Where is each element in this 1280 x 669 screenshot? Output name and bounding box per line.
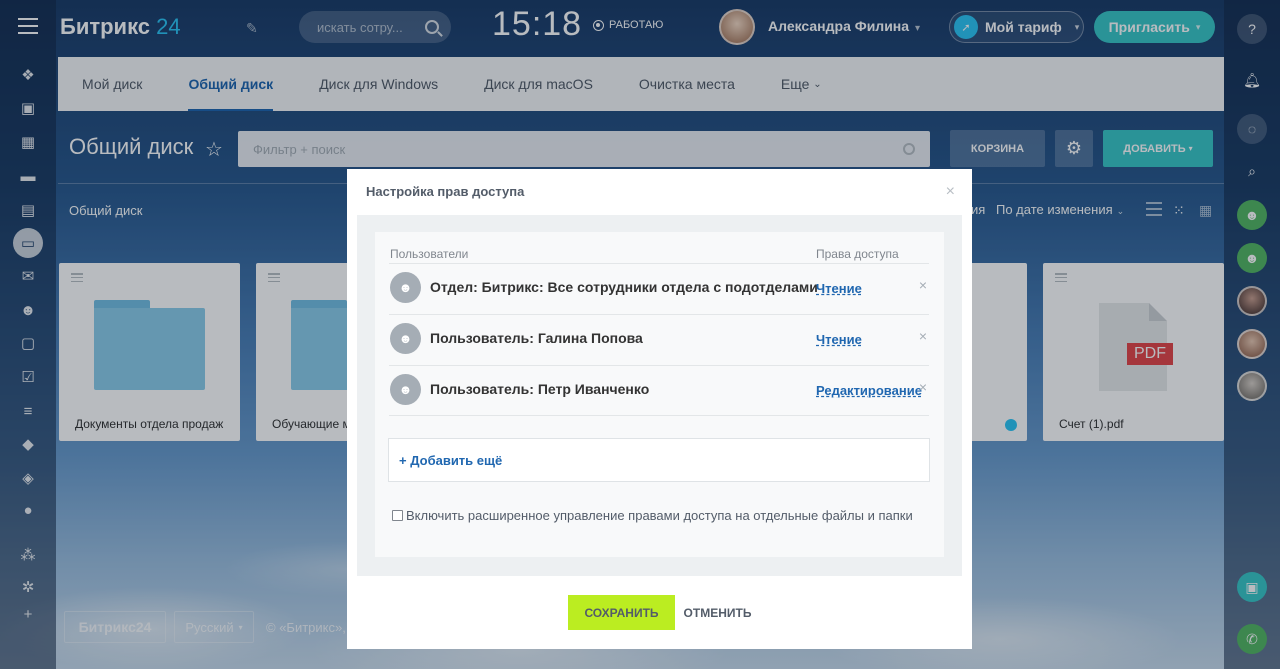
dialog-title: Настройка прав доступа xyxy=(366,184,525,199)
extended-rights-checkbox[interactable] xyxy=(392,510,403,521)
remove-icon[interactable]: × xyxy=(919,277,927,293)
add-more-box: + Добавить ещё xyxy=(388,438,930,482)
save-button[interactable]: СОХРАНИТЬ xyxy=(568,595,675,630)
entity-label: Отдел: Битрикс: Все сотрудники отдела с … xyxy=(430,279,818,295)
rights-dropdown[interactable]: Чтение xyxy=(816,332,862,347)
list-item: ☻ Отдел: Битрикс: Все сотрудники отдела … xyxy=(389,263,929,314)
group-icon: ☻ xyxy=(390,323,421,354)
remove-icon[interactable]: × xyxy=(919,328,927,344)
add-more-link[interactable]: + Добавить ещё xyxy=(399,453,502,468)
rights-dropdown[interactable]: Чтение xyxy=(816,281,862,296)
list-item: ☻ Пользователь: Галина Попова Чтение × xyxy=(389,314,929,365)
rights-column-header: Права доступа xyxy=(816,247,899,261)
rights-panel: Пользователи Права доступа ☻ Отдел: Битр… xyxy=(375,232,944,557)
cancel-button[interactable]: ОТМЕНИТЬ xyxy=(679,595,756,630)
extended-rights-label: Включить расширенное управление правами … xyxy=(406,508,913,523)
dialog-body: Пользователи Права доступа ☻ Отдел: Битр… xyxy=(357,215,962,576)
close-icon[interactable]: × xyxy=(946,183,955,201)
access-rights-dialog: Настройка прав доступа × Пользователи Пр… xyxy=(347,169,972,649)
users-column-header: Пользователи xyxy=(390,247,469,261)
list-item: ☻ Пользователь: Петр Иванченко Редактиро… xyxy=(389,365,929,416)
rights-dropdown[interactable]: Редактирование xyxy=(816,383,922,398)
remove-icon[interactable]: × xyxy=(919,379,927,395)
group-icon: ☻ xyxy=(390,272,421,303)
entity-label: Пользователь: Галина Попова xyxy=(430,330,643,346)
extended-rights-option[interactable]: Включить расширенное управление правами … xyxy=(392,508,913,523)
group-icon: ☻ xyxy=(390,374,421,405)
entity-label: Пользователь: Петр Иванченко xyxy=(430,381,650,397)
